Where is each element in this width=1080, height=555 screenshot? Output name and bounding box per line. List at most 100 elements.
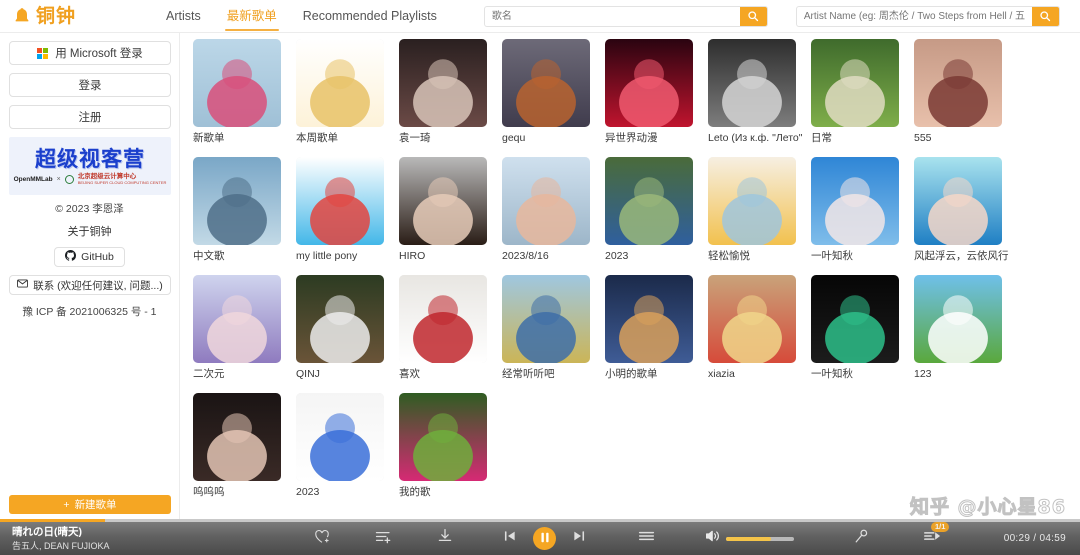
login-button[interactable]: 登录: [9, 73, 171, 97]
lyrics-button[interactable]: [638, 529, 655, 548]
playlist-card[interactable]: 袁一琦: [399, 39, 502, 145]
playlist-cover[interactable]: [502, 275, 590, 363]
playlist-card[interactable]: 二次元: [193, 275, 296, 381]
playlist-card[interactable]: 123: [914, 275, 1017, 381]
previous-track-button[interactable]: [503, 529, 517, 548]
artist-search-input[interactable]: [796, 6, 1032, 26]
about-link[interactable]: 关于铜钟: [9, 223, 170, 239]
favorite-button[interactable]: [314, 529, 330, 549]
nav-item-recommended-playlists[interactable]: Recommended Playlists: [301, 0, 439, 33]
playlist-cover[interactable]: [605, 275, 693, 363]
playlist-card[interactable]: 一叶知秋: [811, 157, 914, 263]
song-search-input[interactable]: [484, 6, 740, 26]
scc-logo-icon: [64, 175, 74, 184]
playlist-card[interactable]: 2023: [605, 157, 708, 263]
playlist-card[interactable]: 喜欢: [399, 275, 502, 381]
playlist-title: 日常: [811, 132, 832, 144]
playlist-card[interactable]: 555: [914, 39, 1017, 145]
search-area: [483, 5, 1060, 27]
playlist-cover[interactable]: [399, 275, 487, 363]
brand-logo[interactable]: 铜钟: [12, 6, 132, 26]
playlist-cover[interactable]: [605, 39, 693, 127]
playlist-card[interactable]: QINJ: [296, 275, 399, 381]
playlist-title: 经常听听吧: [502, 368, 555, 380]
search-icon: [747, 10, 759, 22]
github-icon: [65, 250, 77, 264]
banner-title: 超级视客营: [35, 146, 145, 171]
playlist-card[interactable]: 经常听听吧: [502, 275, 605, 381]
mail-icon: [17, 279, 29, 291]
add-to-playlist-button[interactable]: [375, 529, 392, 549]
playlist-title: 2023: [296, 486, 320, 498]
playlist-title: xiazia: [708, 368, 735, 380]
new-playlist-button[interactable]: + 新建歌单: [9, 495, 171, 514]
playlist-title: 2023: [605, 250, 629, 262]
nav-item-latest-playlists[interactable]: 最新歌单: [224, 0, 279, 33]
playlist-card[interactable]: HIRO: [399, 157, 502, 263]
register-label: 注册: [78, 112, 102, 124]
playlist-cover[interactable]: [914, 275, 1002, 363]
playlist-card[interactable]: my little pony: [296, 157, 399, 263]
playlist-cover[interactable]: [502, 39, 590, 127]
playlist-cover[interactable]: [399, 393, 487, 481]
playlist-card[interactable]: 我的歌: [399, 393, 502, 499]
sponsor-banner[interactable]: 超级视客营 OpenMMLab × 北京超级云计算中心 BEIJING SUPE…: [9, 137, 171, 195]
playlist-card[interactable]: 呜呜呜: [193, 393, 296, 499]
playlist-card[interactable]: 轻松愉悦: [708, 157, 811, 263]
playlist-card[interactable]: 一叶知秋: [811, 275, 914, 381]
playlist-card[interactable]: 风起浮云，云依风行: [914, 157, 1017, 263]
microsoft-login-button[interactable]: 用 Microsoft 登录: [9, 41, 171, 65]
song-search-button[interactable]: [739, 6, 767, 26]
playlist-cover[interactable]: [811, 275, 899, 363]
next-track-button[interactable]: [572, 529, 586, 548]
download-button[interactable]: [437, 528, 453, 549]
playlist-card[interactable]: 小明的歌单: [605, 275, 708, 381]
song-search-box: [483, 5, 768, 27]
artist-search-button[interactable]: [1031, 6, 1059, 26]
playlist-cover[interactable]: [708, 157, 796, 245]
contact-link[interactable]: 联系 (欢迎任何建议, 问题...): [9, 275, 171, 295]
playlist-title: 123: [914, 368, 932, 380]
bell-icon: [12, 6, 32, 26]
playlist-cover[interactable]: [811, 157, 899, 245]
playlist-cover[interactable]: [708, 275, 796, 363]
register-button[interactable]: 注册: [9, 105, 171, 129]
nav-item-artists[interactable]: Artists: [164, 0, 203, 33]
playlist-card[interactable]: 中文歌: [193, 157, 296, 263]
microphone-button[interactable]: [854, 529, 868, 549]
playlist-card[interactable]: 日常: [811, 39, 914, 145]
playlist-card[interactable]: 2023/8/16: [502, 157, 605, 263]
playlist-title: 风起浮云，云依风行: [914, 250, 1009, 262]
playlist-cover[interactable]: [605, 157, 693, 245]
playlist-cover[interactable]: [914, 157, 1002, 245]
player-bar: 晴れの日(晴天) 告五人, DEAN FUJIOKA 1/1 00:29 / 0…: [0, 522, 1080, 555]
playlist-card[interactable]: gequ: [502, 39, 605, 145]
playlist-card[interactable]: Leto (Из к.ф. "Лето": [708, 39, 811, 145]
playlist-cover[interactable]: [399, 157, 487, 245]
playlist-card[interactable]: xiazia: [708, 275, 811, 381]
volume-control[interactable]: [705, 529, 794, 548]
playlist-card[interactable]: 异世界动漫: [605, 39, 708, 145]
playlist-card[interactable]: 本周歌单: [296, 39, 399, 145]
playlist-cover[interactable]: [914, 39, 1002, 127]
playlist-cover[interactable]: [193, 39, 281, 127]
playlist-cover[interactable]: [296, 275, 384, 363]
playlist-card[interactable]: 新歌单: [193, 39, 296, 145]
playlist-card[interactable]: 2023: [296, 393, 399, 499]
playlist-cover[interactable]: [502, 157, 590, 245]
playlist-cover[interactable]: [811, 39, 899, 127]
playlist-cover[interactable]: [399, 39, 487, 127]
playlist-cover[interactable]: [193, 275, 281, 363]
playlist-title: 新歌单: [193, 132, 225, 144]
play-pause-button[interactable]: [533, 527, 556, 550]
github-link[interactable]: GitHub: [54, 247, 125, 267]
volume-slider[interactable]: [726, 536, 794, 541]
queue-button[interactable]: 1/1: [923, 522, 950, 548]
playlist-cover[interactable]: [296, 157, 384, 245]
playlist-cover[interactable]: [708, 39, 796, 127]
playlist-cover[interactable]: [296, 39, 384, 127]
playlist-cover[interactable]: [193, 393, 281, 481]
volume-icon[interactable]: [705, 529, 721, 548]
playlist-cover[interactable]: [296, 393, 384, 481]
playlist-cover[interactable]: [193, 157, 281, 245]
